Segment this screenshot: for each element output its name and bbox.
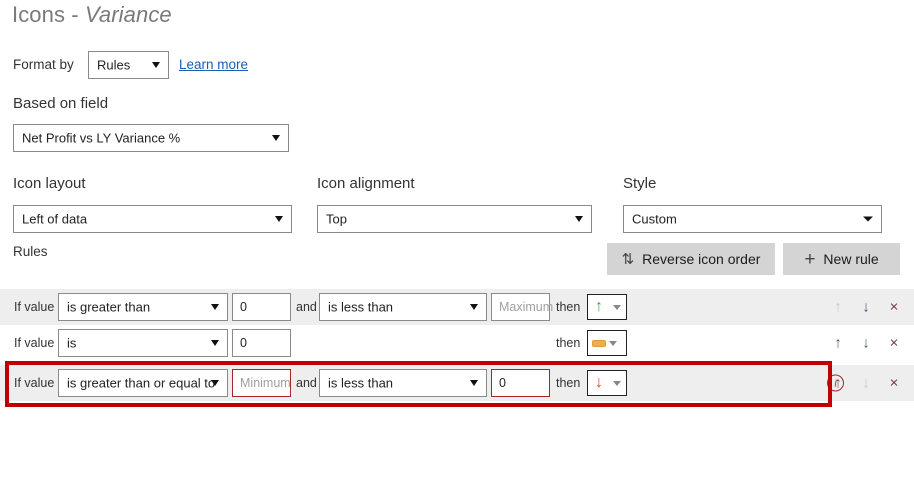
- rule-value1-placeholder: Minimum: [240, 376, 291, 390]
- move-up-icon: ↑: [834, 298, 842, 316]
- chevron-down-icon: [211, 304, 219, 310]
- style-label: Style: [623, 175, 657, 192]
- chevron-down-icon: [470, 380, 478, 386]
- rule-condition1-select[interactable]: is: [58, 329, 228, 357]
- chevron-down-icon: [575, 216, 583, 222]
- move-down-icon: ↓: [862, 374, 870, 392]
- reverse-icon-order-button[interactable]: ⇅ Reverse icon order: [607, 243, 775, 275]
- icon-layout-select[interactable]: Left of data: [13, 205, 292, 233]
- dash-amber-icon: [592, 339, 606, 347]
- icon-layout-label: Icon layout: [13, 175, 86, 192]
- chevron-down-icon: [272, 135, 280, 141]
- chevron-down-icon: [470, 304, 478, 310]
- rule-value1-text: 0: [240, 336, 247, 350]
- rule-icon-picker[interactable]: ↓: [587, 370, 627, 396]
- rule-value2-input[interactable]: 0: [491, 369, 550, 397]
- row-actions: ↑ ↓ ×: [831, 300, 901, 315]
- chevron-down-icon: [609, 340, 617, 346]
- arrow-down-red-icon: ↓: [595, 374, 603, 391]
- rule-condition2-value: is less than: [328, 375, 394, 391]
- then-label: then: [556, 376, 581, 390]
- chevron-down-icon: [152, 62, 160, 68]
- rule-condition1-select[interactable]: is greater than or equal to: [58, 369, 228, 397]
- rule-value2-text: 0: [499, 376, 506, 390]
- and-label: and: [296, 376, 317, 390]
- rule-condition2-select[interactable]: is less than: [319, 369, 487, 397]
- based-on-field-value: Net Profit vs LY Variance %: [22, 130, 181, 146]
- style-value: Custom: [632, 211, 677, 227]
- rule-value2-input[interactable]: Maximum: [491, 293, 554, 321]
- arrow-up-green-icon: ↑: [595, 298, 603, 315]
- reverse-icon-order-label: Reverse icon order: [642, 251, 761, 267]
- if-value-label: If value: [14, 336, 55, 350]
- icons-variance-panel: Icons - Variance Format by Rules Learn m…: [0, 0, 914, 504]
- new-rule-button[interactable]: + New rule: [783, 243, 900, 275]
- table-row: If value is 0 then ↑ ↓ ×: [0, 325, 914, 361]
- rule-condition2-value: is less than: [328, 299, 394, 315]
- icon-alignment-value: Top: [326, 211, 347, 227]
- icon-alignment-label: Icon alignment: [317, 175, 415, 192]
- learn-more-link[interactable]: Learn more: [179, 57, 248, 72]
- chevron-down-icon: [613, 304, 621, 310]
- then-label: then: [556, 300, 581, 314]
- rule-value1-input[interactable]: 0: [232, 293, 291, 321]
- page-title-main: Icons -: [12, 2, 85, 27]
- rule-value2-placeholder: Maximum: [499, 300, 554, 314]
- icon-alignment-select[interactable]: Top: [317, 205, 592, 233]
- move-down-icon[interactable]: ↓: [859, 300, 873, 315]
- rule-condition1-value: is greater than or equal to: [67, 375, 216, 391]
- rule-value1-input[interactable]: Minimum: [232, 369, 291, 397]
- icon-layout-value: Left of data: [22, 211, 88, 227]
- delete-rule-icon[interactable]: ×: [887, 300, 901, 315]
- plus-icon: +: [804, 248, 816, 270]
- rules-label: Rules: [13, 244, 48, 259]
- if-value-label: If value: [14, 300, 55, 314]
- rule-condition2-select[interactable]: is less than: [319, 293, 487, 321]
- format-by-value: Rules: [97, 57, 131, 73]
- format-by-label: Format by: [13, 57, 74, 72]
- page-title-emphasis: Variance: [84, 2, 172, 27]
- row-actions: ↑ ↓ ×: [831, 376, 901, 391]
- move-down-icon[interactable]: ↓: [859, 336, 873, 351]
- rule-icon-picker[interactable]: [587, 330, 627, 356]
- rule-condition1-select[interactable]: is greater than: [58, 293, 228, 321]
- rule-icon-picker[interactable]: ↑: [587, 294, 627, 320]
- format-by-select[interactable]: Rules: [88, 51, 169, 79]
- delete-rule-icon[interactable]: ×: [887, 336, 901, 351]
- then-label: then: [556, 336, 581, 350]
- table-row: If value is greater than 0 and is less t…: [0, 289, 914, 325]
- new-rule-label: New rule: [823, 251, 879, 267]
- based-on-field-label: Based on field: [13, 95, 109, 112]
- rule-condition1-value: is: [67, 335, 77, 351]
- based-on-field-select[interactable]: Net Profit vs LY Variance %: [13, 124, 289, 152]
- move-up-icon[interactable]: ↑: [831, 336, 845, 351]
- style-select[interactable]: Custom: [623, 205, 882, 233]
- move-up-icon[interactable]: ↑: [831, 376, 845, 391]
- delete-rule-icon[interactable]: ×: [887, 376, 901, 391]
- rule-condition1-value: is greater than: [67, 299, 151, 315]
- if-value-label: If value: [14, 376, 55, 390]
- chevron-down-icon: [211, 340, 219, 346]
- chevron-down-icon: [863, 216, 873, 222]
- and-label: and: [296, 300, 317, 314]
- chevron-down-icon: [275, 216, 283, 222]
- row-actions: ↑ ↓ ×: [831, 336, 901, 351]
- rule-value1-text: 0: [240, 300, 247, 314]
- swap-arrows-icon: ⇅: [621, 250, 635, 268]
- table-row: If value is greater than or equal to Min…: [0, 365, 914, 401]
- rules-list: If value is greater than 0 and is less t…: [0, 289, 914, 401]
- chevron-down-icon: [613, 380, 621, 386]
- page-title: Icons - Variance: [12, 2, 172, 28]
- chevron-down-icon: [211, 380, 219, 386]
- rule-value1-input[interactable]: 0: [232, 329, 291, 357]
